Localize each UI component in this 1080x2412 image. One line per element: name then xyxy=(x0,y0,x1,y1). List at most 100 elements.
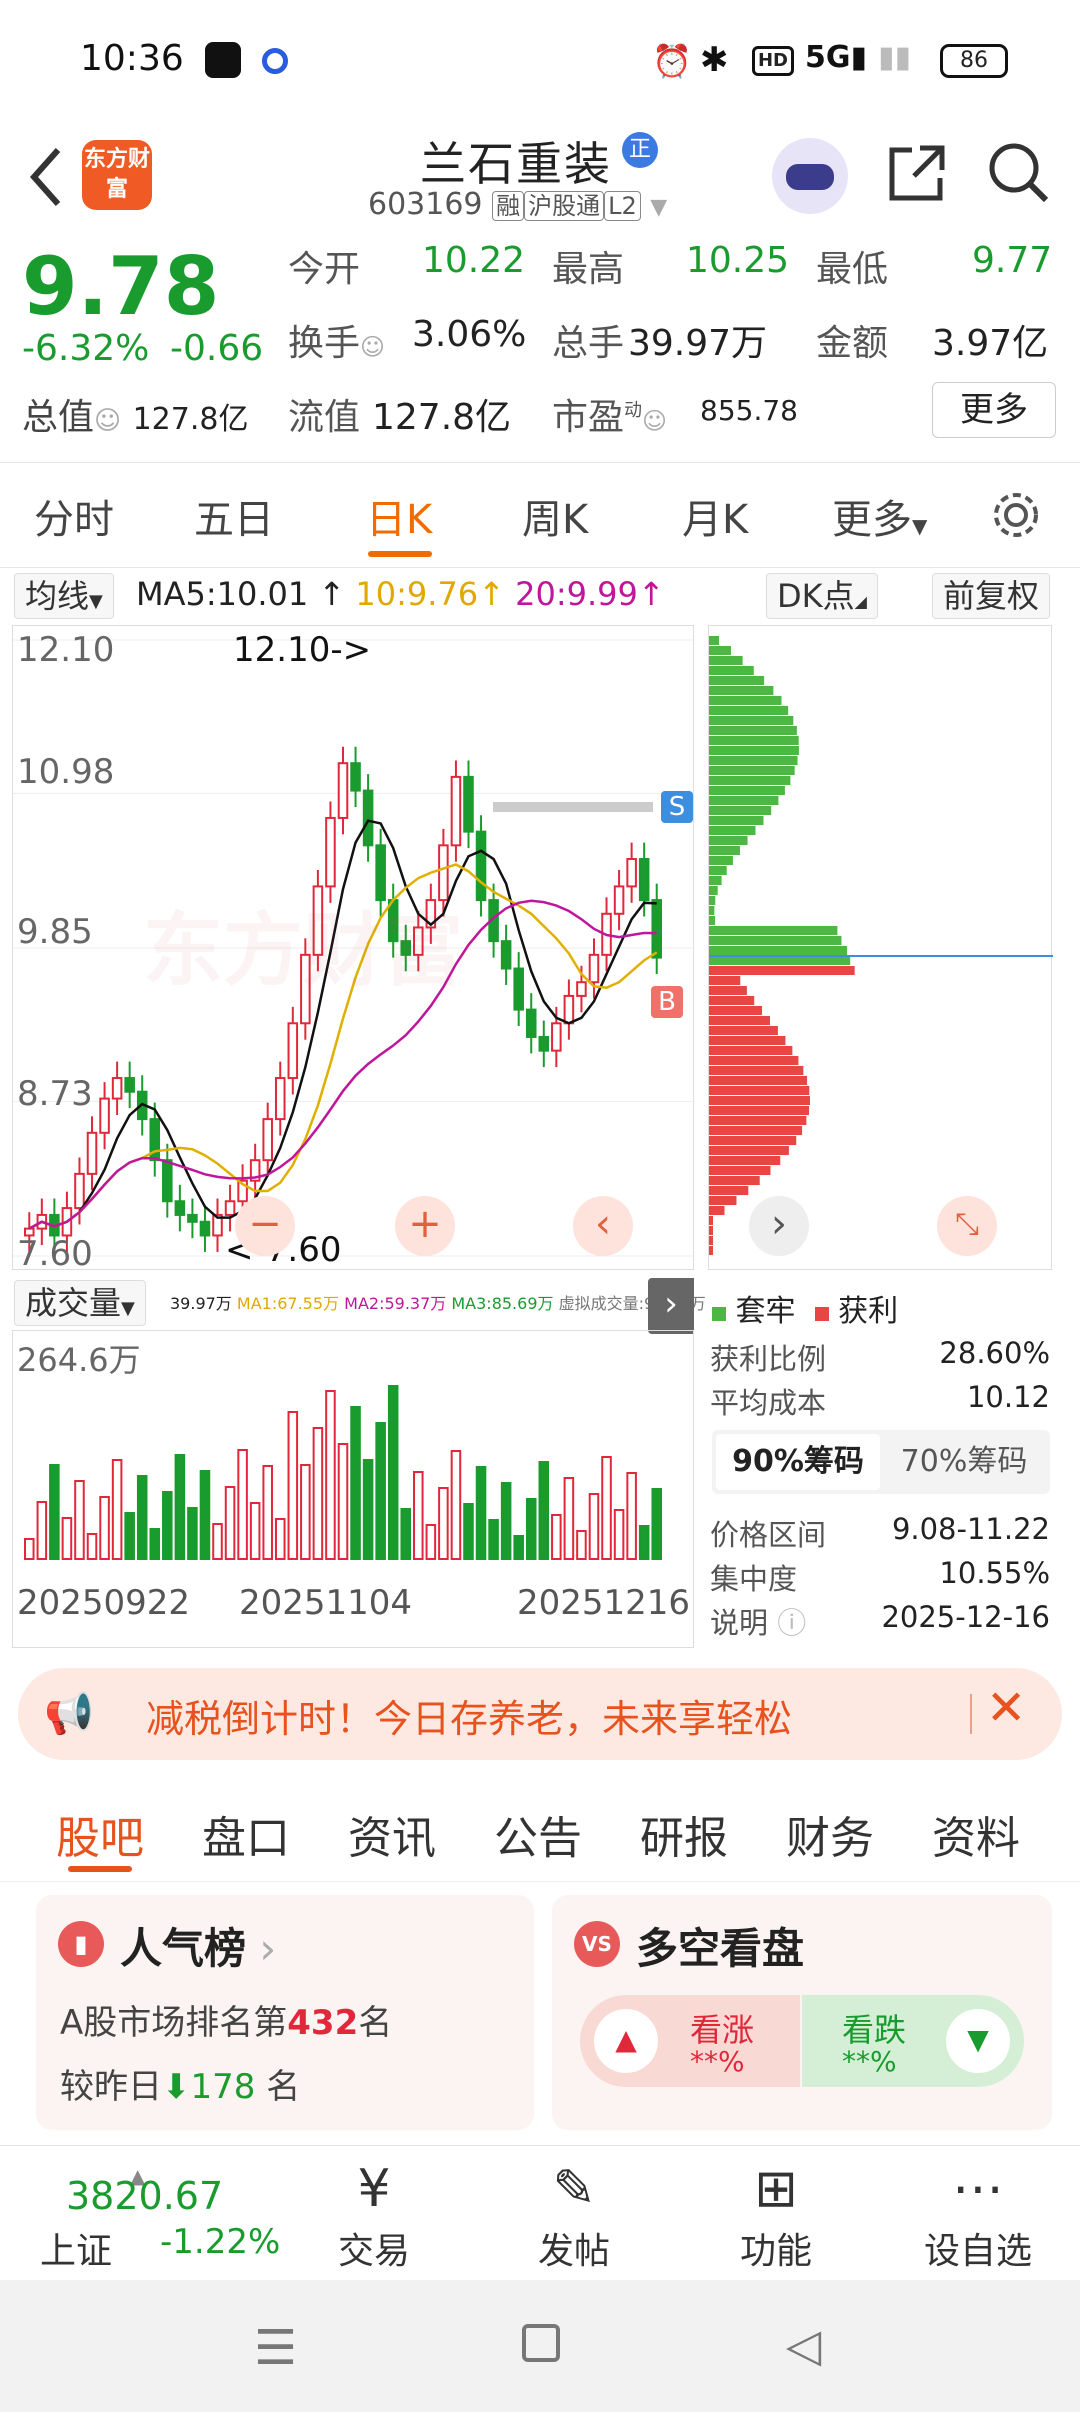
tab-more[interactable]: 更多▼ xyxy=(832,487,927,545)
expand-icon[interactable]: ⤡ xyxy=(937,1196,997,1256)
collapse-panel-button[interactable]: › xyxy=(648,1278,694,1334)
dropdown-icon[interactable]: ▼ xyxy=(650,195,667,220)
tab-announcements[interactable]: 公告 xyxy=(494,1802,582,1866)
zoom-out-button[interactable]: − xyxy=(235,1196,295,1256)
tab-finance[interactable]: 财务 xyxy=(786,1802,874,1866)
stock-code: 603169 xyxy=(368,187,483,222)
tab-70-chip[interactable]: 70%筹码 xyxy=(882,1434,1046,1490)
legend-profit: 获利 xyxy=(838,1294,899,1329)
tab-news[interactable]: 资讯 xyxy=(348,1802,436,1866)
index-ticker[interactable]: ▲ 3820.67 上证 -1.22% xyxy=(20,2164,280,2272)
settings-button[interactable] xyxy=(990,489,1042,541)
chip-bar xyxy=(709,876,722,885)
volume-selector[interactable]: 成交量▼ xyxy=(14,1280,146,1326)
vol-y-label: 264.6万 xyxy=(17,1341,141,1379)
dk-point-button[interactable]: DK点◢ xyxy=(766,573,878,619)
system-nav: ☰ ◁ xyxy=(0,2280,1080,2412)
pe-sup: 动 xyxy=(624,400,643,421)
tab-90-chip[interactable]: 90%筹码 xyxy=(716,1434,880,1490)
home-icon[interactable] xyxy=(522,2324,560,2362)
buy-marker[interactable]: B xyxy=(651,986,683,1018)
nav-add-watch-label: 设自选 xyxy=(923,2231,1032,2272)
volume-bar xyxy=(475,1466,487,1560)
close-icon[interactable]: ✕ xyxy=(986,1680,1026,1736)
volume-bar xyxy=(24,1538,35,1560)
chip-bar xyxy=(709,1126,803,1135)
chip-bar xyxy=(709,706,789,715)
adjust-button[interactable]: 前复权 xyxy=(932,573,1051,619)
volume-bar xyxy=(49,1464,60,1560)
ai-assistant-button[interactable] xyxy=(772,138,848,214)
robot-icon xyxy=(786,164,834,190)
bearish-button[interactable]: 看跌 **% ▼ xyxy=(802,1995,1024,2087)
tab-profile[interactable]: 资料 xyxy=(932,1802,1020,1866)
stock-name: 兰石重装 xyxy=(420,137,612,191)
tab-weekly-k[interactable]: 周K xyxy=(522,487,588,545)
kline-chart[interactable]: 东方财富 12.10 10.98 9.85 8.73 7.60 12.10-> … xyxy=(12,625,695,1274)
volume-bar xyxy=(325,1390,336,1560)
chip-next-button[interactable]: › xyxy=(749,1196,809,1256)
verified-badge: 正 xyxy=(622,132,658,168)
chip-bar xyxy=(709,1206,725,1215)
chip-bar xyxy=(709,896,716,905)
vol-legend-3: MA3:85.69万 xyxy=(451,1294,554,1313)
volume-chart[interactable]: 264.6万 20250922 20251104 20251216 xyxy=(12,1330,694,1648)
banner-divider xyxy=(970,1694,972,1734)
date-label-end: 20251216 xyxy=(517,1583,691,1623)
bullish-button[interactable]: ▲ 看涨 **% xyxy=(580,1995,800,2087)
trap-swatch xyxy=(712,1307,726,1321)
search-button[interactable] xyxy=(986,140,1052,206)
chip-bar xyxy=(709,826,756,835)
tab-daily-k[interactable]: 日K xyxy=(366,487,432,545)
note-label-text: 说明 xyxy=(710,1606,769,1640)
chip-bar xyxy=(709,906,715,915)
bearish-value: **% xyxy=(842,2045,897,2078)
volume-bar xyxy=(187,1507,198,1560)
tab-research[interactable]: 研报 xyxy=(640,1802,728,1866)
menu-icon[interactable]: ☰ xyxy=(254,2320,297,2376)
info-circle-icon[interactable]: ⓘ xyxy=(777,1606,806,1640)
rank-number: 432 xyxy=(287,2003,359,2043)
candle-body xyxy=(450,775,462,847)
chip-bar xyxy=(709,736,799,745)
status-bar: 10:36 ⏰ ✱ HD 5G▮ ▮▮ 86 xyxy=(0,0,1080,120)
app-logo: 东方财富 xyxy=(82,140,152,210)
tab-order-book[interactable]: 盘口 xyxy=(202,1802,290,1866)
sell-marker[interactable]: S xyxy=(661,791,693,823)
share-button[interactable] xyxy=(884,140,950,206)
nav-post[interactable]: ✎ 发帖 xyxy=(494,2156,654,2274)
tab-five-day[interactable]: 五日 xyxy=(194,487,274,545)
grid-icon: ⊞ xyxy=(754,2159,798,2219)
nav-add-watch[interactable]: ⋯ 设自选 xyxy=(898,2156,1058,2274)
candle-body xyxy=(551,1022,562,1052)
nav-trade[interactable]: ¥ 交易 xyxy=(294,2156,454,2274)
nav-functions[interactable]: ⊞ 功能 xyxy=(696,2156,856,2274)
vol-label: 总手 xyxy=(552,323,625,364)
popularity-card[interactable]: ▮ 人气榜 › A股市场排名第432名 较昨日⬇178 名 xyxy=(36,1895,534,2130)
chip-row-concentration: 集中度 10.55% xyxy=(710,1556,1050,1596)
up-triangle-icon: ▲ xyxy=(594,2009,658,2073)
turnover-info-icon[interactable]: ☺ xyxy=(360,333,385,361)
tab-timeshare[interactable]: 分时 xyxy=(34,487,114,545)
candle-body xyxy=(287,1022,299,1080)
open-value: 10.22 xyxy=(422,240,526,281)
chip-bar xyxy=(709,1166,771,1175)
zoom-in-button[interactable]: + xyxy=(395,1196,455,1256)
ma-selector[interactable]: 均线▼ xyxy=(14,573,114,619)
chip-row-cost: 平均成本 10.12 xyxy=(710,1380,1050,1420)
long-short-card[interactable]: VS 多空看盘 ▲ 看涨 **% 看跌 **% ▼ xyxy=(552,1895,1052,2130)
back-nav-icon[interactable]: ◁ xyxy=(786,2318,821,2372)
pe-info-icon[interactable]: ☺ xyxy=(642,407,667,435)
tab-guba[interactable]: 股吧 xyxy=(56,1802,144,1866)
volume-bar xyxy=(387,1385,399,1560)
promo-banner[interactable]: 📢 减税倒计时！今日存养老，未来享轻松 ✕ xyxy=(18,1668,1062,1760)
chip-bar xyxy=(709,756,798,765)
info-icon[interactable]: ☺ xyxy=(94,406,121,436)
chip-bar xyxy=(709,806,772,815)
tab-monthly-k[interactable]: 月K xyxy=(682,487,748,545)
scroll-left-button[interactable]: ‹ xyxy=(573,1196,633,1256)
more-button[interactable]: 更多 xyxy=(932,382,1056,438)
back-button[interactable] xyxy=(22,142,72,212)
avg-cost-label: 平均成本 xyxy=(710,1386,827,1420)
chip-tabs: 90%筹码 70%筹码 xyxy=(712,1430,1050,1494)
